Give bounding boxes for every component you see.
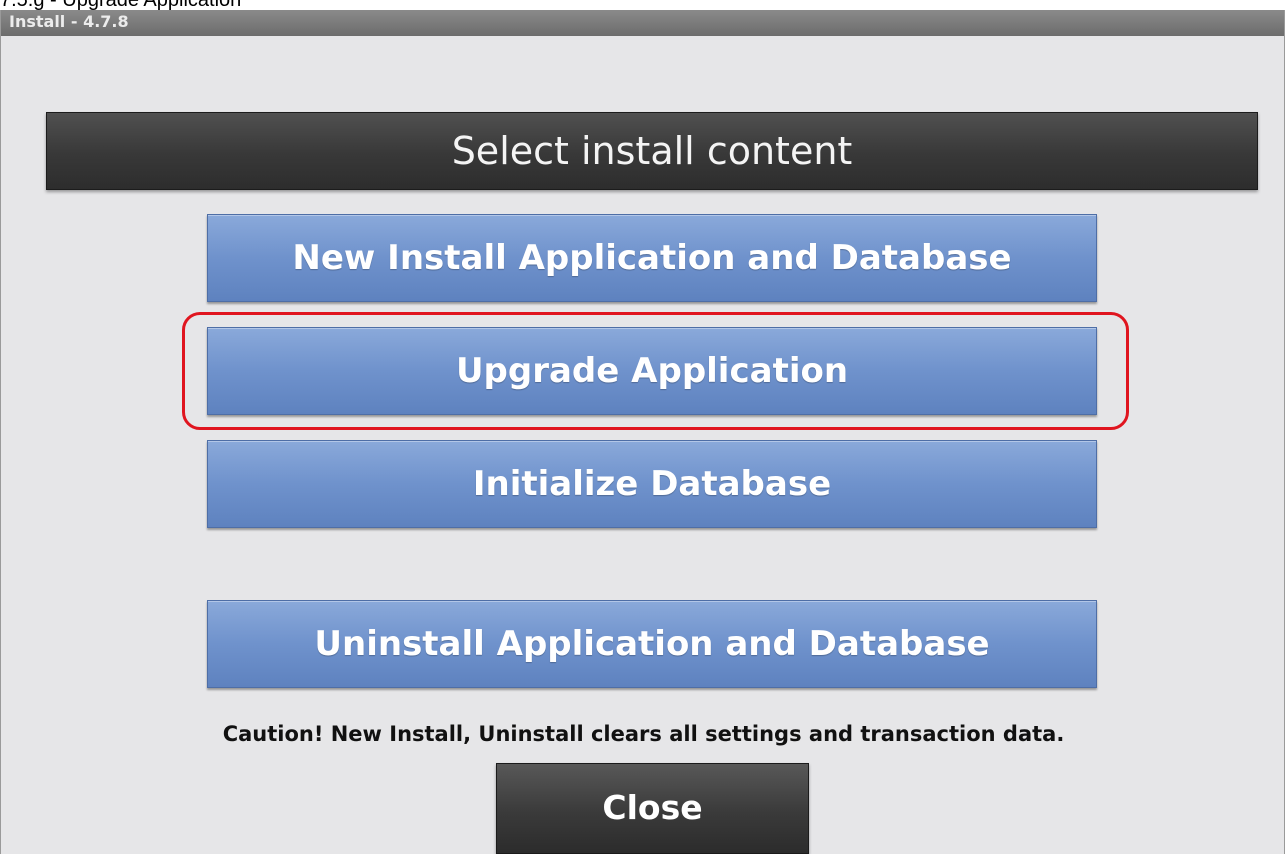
header-title: Select install content: [46, 112, 1258, 190]
uninstall-button[interactable]: Uninstall Application and Database: [207, 600, 1097, 688]
figure-caption: 7.5.g - Upgrade Application: [0, 0, 242, 11]
initialize-database-button[interactable]: Initialize Database: [207, 440, 1097, 528]
upgrade-application-button[interactable]: Upgrade Application: [207, 327, 1097, 415]
caution-message: Caution! New Install, Uninstall clears a…: [222, 722, 1065, 746]
install-window: Install - 4.7.8 Select install content N…: [0, 10, 1285, 854]
close-button[interactable]: Close: [496, 763, 809, 854]
window-title: Install - 4.7.8: [1, 10, 1284, 36]
new-install-button[interactable]: New Install Application and Database: [207, 214, 1097, 302]
